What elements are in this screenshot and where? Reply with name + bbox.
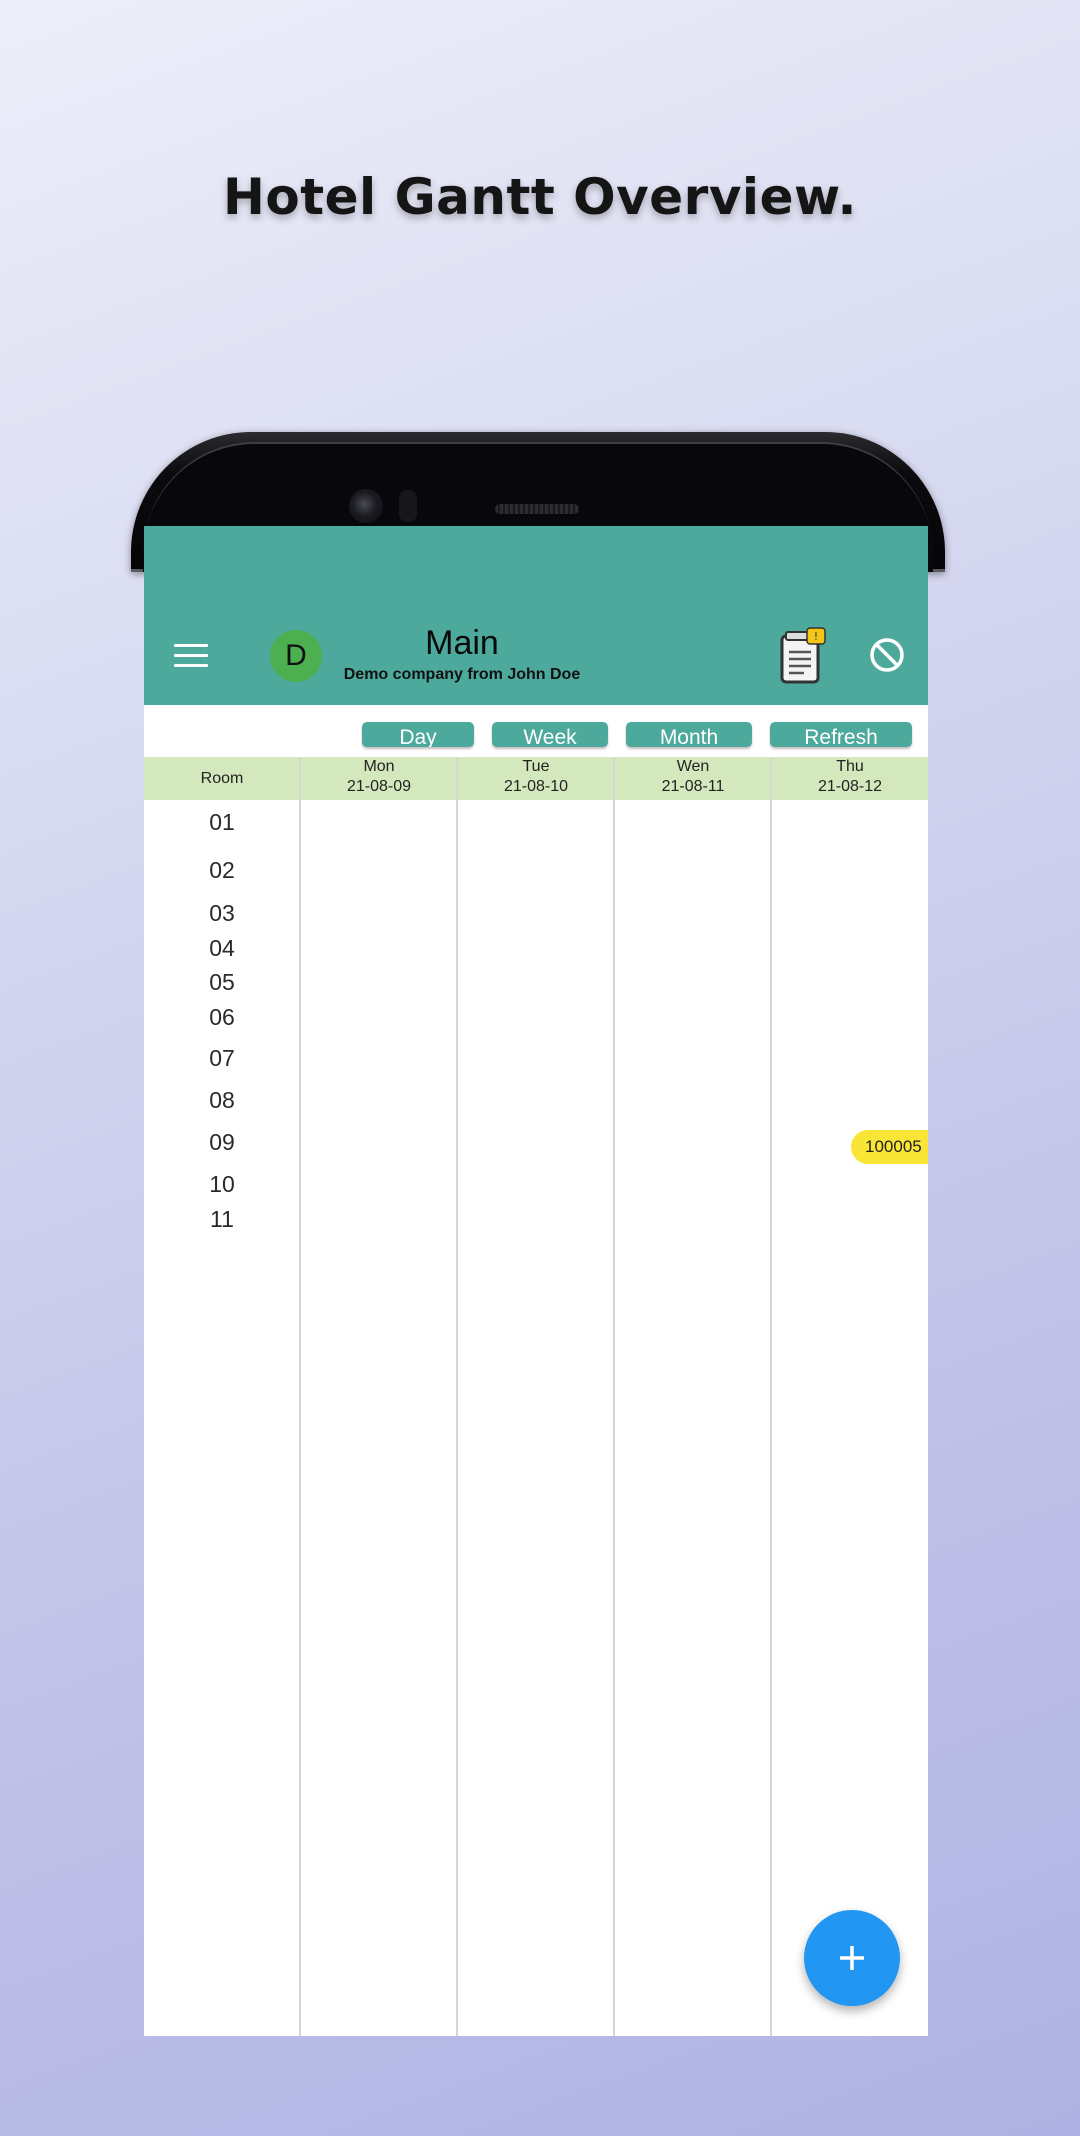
day-date: 21-08-11 — [661, 778, 725, 795]
day-name: Mon — [363, 758, 395, 775]
clipboard-notification-icon[interactable]: ! — [778, 626, 828, 686]
room-label[interactable]: 01 — [144, 808, 300, 836]
room-label[interactable]: 03 — [144, 899, 300, 927]
camera-icon — [349, 489, 383, 523]
page-title: Main — [425, 624, 499, 662]
booking-bar[interactable]: 100005 — [851, 1130, 928, 1164]
app-bar: D Main Demo company from John Doe ! — [144, 526, 928, 705]
avatar[interactable]: D — [270, 630, 322, 682]
speaker-grille — [495, 504, 579, 514]
app-screen: D Main Demo company from John Doe ! Day … — [144, 526, 928, 2036]
refresh-button[interactable]: Refresh — [770, 722, 912, 747]
day-column-header: Wen 21-08-11 — [615, 757, 771, 800]
day-view-button[interactable]: Day — [362, 722, 474, 747]
promo-title: Hotel Gantt Overview. — [223, 168, 857, 226]
room-label[interactable]: 07 — [144, 1044, 300, 1072]
menu-icon[interactable] — [174, 644, 208, 668]
add-booking-button[interactable] — [804, 1910, 900, 2006]
room-label[interactable]: 11 — [144, 1205, 300, 1233]
day-name: Wen — [676, 758, 710, 775]
room-label[interactable]: 04 — [144, 934, 300, 962]
room-column-header: Room — [200, 770, 244, 787]
day-name: Thu — [836, 758, 864, 775]
plus-icon — [840, 1946, 864, 1970]
week-view-button[interactable]: Week — [492, 722, 608, 747]
block-icon[interactable] — [868, 636, 906, 674]
column-divider — [456, 757, 458, 2036]
day-name: Tue — [522, 758, 550, 775]
day-date: 21-08-12 — [817, 778, 883, 795]
room-label[interactable]: 06 — [144, 1003, 300, 1031]
gantt-header-row: Room Mon 21-08-09 Tue 21-08-10 Wen 21-08… — [144, 757, 928, 800]
room-label[interactable]: 10 — [144, 1170, 300, 1198]
column-divider — [770, 757, 772, 2036]
room-label[interactable]: 08 — [144, 1086, 300, 1114]
day-date: 21-08-10 — [503, 778, 569, 795]
room-label[interactable]: 02 — [144, 856, 300, 884]
day-column-header: Mon 21-08-09 — [301, 757, 457, 800]
room-label[interactable]: 05 — [144, 968, 300, 996]
svg-text:!: ! — [814, 630, 818, 643]
sensor-icon — [399, 490, 417, 522]
company-subtitle: Demo company from John Doe — [343, 666, 581, 683]
day-column-header: Thu 21-08-12 — [772, 757, 928, 800]
room-label[interactable]: 09 — [144, 1128, 300, 1156]
column-divider — [613, 757, 615, 2036]
day-date: 21-08-09 — [346, 778, 412, 795]
day-column-header: Tue 21-08-10 — [458, 757, 614, 800]
month-view-button[interactable]: Month — [626, 722, 752, 747]
